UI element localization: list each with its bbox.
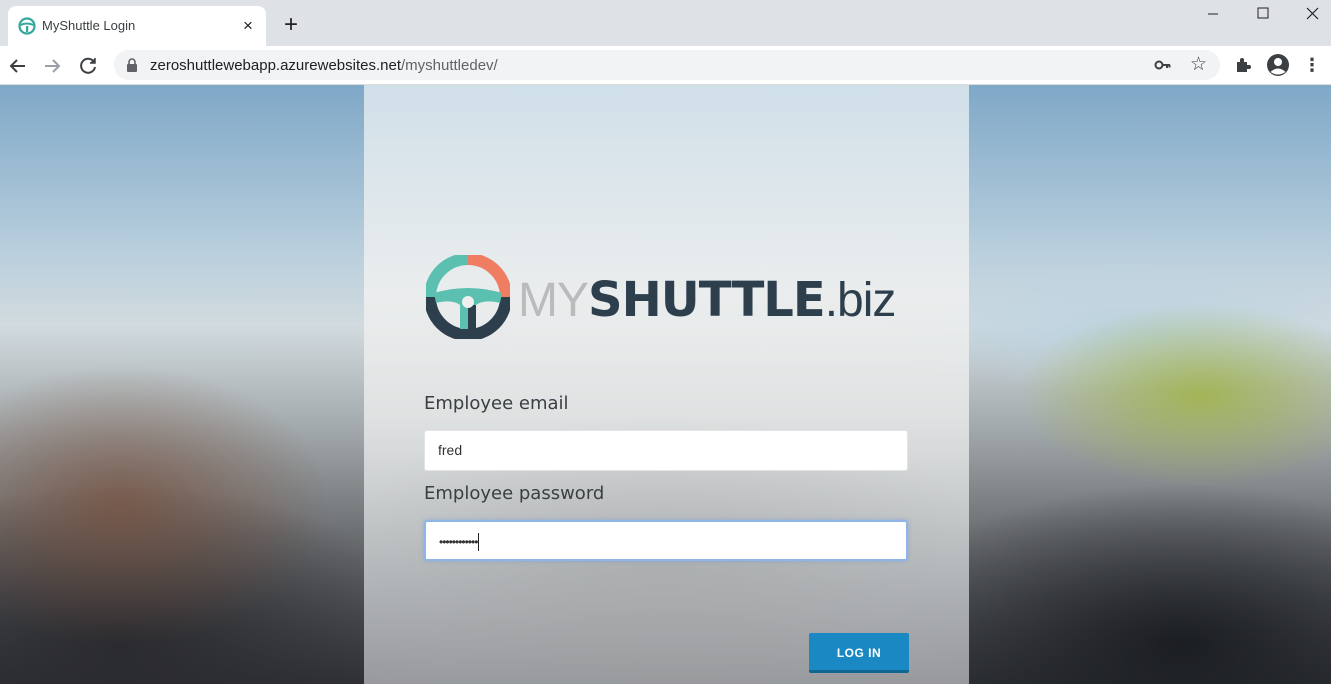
- address-bar[interactable]: zeroshuttlewebapp.azurewebsites.net/mysh…: [114, 50, 1220, 80]
- tab-title: MyShuttle Login: [42, 18, 136, 33]
- url-path: /myshuttledev/: [401, 57, 498, 74]
- url-text: zeroshuttlewebapp.azurewebsites.net/mysh…: [150, 57, 498, 74]
- menu-icon[interactable]: ⋮: [1302, 52, 1322, 78]
- email-value: fred: [438, 442, 463, 458]
- tab-close-icon[interactable]: ×: [238, 16, 258, 36]
- minimize-icon: [1208, 13, 1218, 15]
- maximize-icon: [1257, 7, 1269, 19]
- extensions-icon[interactable]: [1232, 54, 1254, 76]
- forward-button[interactable]: [38, 52, 66, 80]
- lock-icon: [127, 58, 137, 72]
- url-host: zeroshuttlewebapp.azurewebsites.net: [150, 57, 401, 74]
- steering-wheel-logo-icon: [426, 255, 510, 339]
- tab-myshuttle-login[interactable]: MyShuttle Login ×: [8, 6, 266, 46]
- page-background: MYSHUTTLE.biz Employee email fred Employ…: [0, 85, 1331, 684]
- brand-wordmark: MYSHUTTLE.biz: [518, 272, 897, 329]
- brand-my: MY: [518, 274, 589, 327]
- brand-shuttle: SHUTTLE: [588, 272, 826, 328]
- password-label: Employee password: [424, 483, 605, 504]
- email-field[interactable]: fred: [424, 430, 908, 471]
- password-mask: ••••••••••••: [439, 534, 478, 549]
- star-icon[interactable]: ☆: [1190, 53, 1207, 76]
- reload-icon: [80, 57, 96, 74]
- login-button[interactable]: LOG IN: [809, 633, 909, 673]
- email-label: Employee email: [424, 393, 569, 414]
- new-tab-button[interactable]: +: [278, 13, 304, 39]
- myshuttle-logo: MYSHUTTLE.biz: [426, 255, 906, 339]
- login-panel: MYSHUTTLE.biz Employee email fred Employ…: [364, 85, 969, 684]
- password-field[interactable]: ••••••••••••: [424, 520, 908, 561]
- back-button[interactable]: [4, 52, 32, 80]
- text-caret: [478, 533, 480, 552]
- arrow-right-icon: [45, 59, 61, 73]
- brand-biz: .biz: [824, 274, 897, 327]
- window-close-button[interactable]: [1289, 0, 1331, 30]
- window-maximize-button[interactable]: [1240, 0, 1286, 30]
- tab-strip: MyShuttle Login × +: [0, 0, 1331, 46]
- close-icon: [1306, 7, 1319, 20]
- profile-icon[interactable]: [1266, 53, 1290, 77]
- steering-wheel-icon: [18, 17, 36, 35]
- browser-toolbar: zeroshuttlewebapp.azurewebsites.net/mysh…: [0, 46, 1331, 85]
- key-icon[interactable]: [1154, 57, 1172, 73]
- window-minimize-button[interactable]: [1190, 0, 1236, 30]
- reload-button[interactable]: [74, 52, 102, 80]
- arrow-left-icon: [9, 59, 25, 73]
